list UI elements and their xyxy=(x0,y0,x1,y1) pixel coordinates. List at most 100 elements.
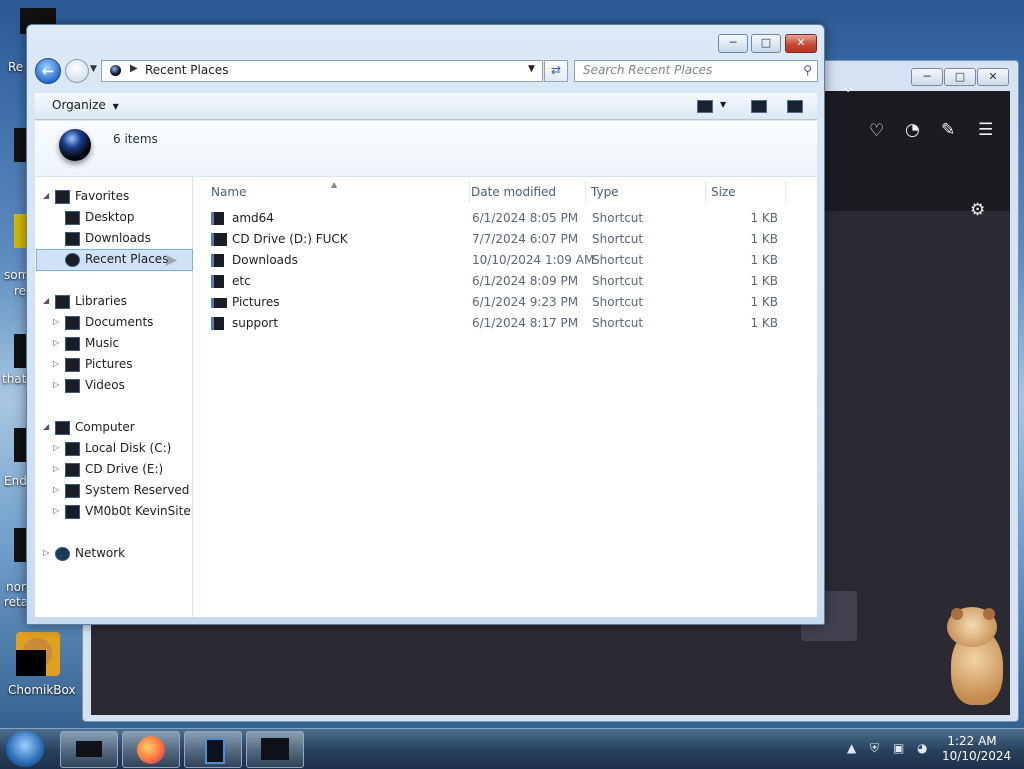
file-date: 6/1/2024 9:23 PM xyxy=(472,295,579,309)
taskbar-app-monitor[interactable] xyxy=(246,731,304,768)
column-header-date[interactable]: Date modified xyxy=(465,181,586,203)
header-info-pane: 6 items xyxy=(35,121,817,176)
help-icon[interactable] xyxy=(787,100,803,113)
tab-list-chevron-icon[interactable]: ⌄ xyxy=(841,77,855,97)
collapse-arrow-icon[interactable]: ▷ xyxy=(43,543,49,563)
file-row[interactable]: support 6/1/2024 8:17 PM Shortcut 1 KB xyxy=(207,313,807,334)
file-size: 1 KB xyxy=(750,316,778,330)
nav-favorites[interactable]: ◢ Favorites xyxy=(35,186,191,206)
collapse-arrow-icon[interactable]: ▷ xyxy=(53,333,59,353)
collapse-arrow-icon[interactable]: ▷ xyxy=(53,501,59,521)
browser-maximize-button[interactable]: □ xyxy=(944,68,976,86)
nav-music[interactable]: ▷ Music xyxy=(35,333,191,353)
collapse-arrow-icon[interactable]: ▷ xyxy=(53,438,59,458)
minimize-button[interactable]: ─ xyxy=(718,34,748,53)
column-header-name[interactable]: Name ▲ xyxy=(205,180,470,203)
file-row[interactable]: CD Drive (D:) FUCK 7/7/2024 6:07 PM Shor… xyxy=(207,229,807,250)
nav-system-reserved[interactable]: ▷ System Reserved (F:) xyxy=(35,480,191,500)
nav-label: Downloads xyxy=(85,231,151,245)
desktop-label-fragment: End xyxy=(4,474,27,488)
security-shield-icon[interactable]: ⛨ xyxy=(870,741,879,756)
search-input[interactable]: Search Recent Places ⚲ xyxy=(574,60,818,82)
browser-close-button[interactable]: ✕ xyxy=(977,68,1009,86)
address-dropdown-icon[interactable]: ▼ xyxy=(528,64,535,74)
collapse-arrow-icon[interactable]: ▷ xyxy=(53,459,59,479)
show-hidden-icons-icon[interactable]: ▲ xyxy=(847,741,856,755)
view-dropdown-icon[interactable]: ▼ xyxy=(720,100,726,109)
preview-pane-icon[interactable] xyxy=(751,100,767,113)
nav-pictures[interactable]: ▷ Pictures xyxy=(35,354,191,374)
downloads-icon xyxy=(65,232,80,246)
recent-places-large-icon xyxy=(59,129,91,161)
nav-videos[interactable]: ▷ Videos xyxy=(35,375,191,395)
taskbar-app-explorer[interactable] xyxy=(60,731,118,768)
collapse-arrow-icon[interactable]: ▷ xyxy=(53,312,59,332)
videos-icon xyxy=(65,379,80,393)
nav-vm[interactable]: ▷ VM0b0t KevinSite xyxy=(35,501,191,521)
organize-button[interactable]: Organize ▼ xyxy=(52,98,119,112)
command-bar: Organize ▼ ▼ xyxy=(35,93,817,120)
nav-label: Pictures xyxy=(85,357,133,371)
file-name: support xyxy=(232,316,279,330)
back-arrow-icon[interactable]: ← xyxy=(35,58,61,84)
collapse-arrow-icon[interactable]: ▷ xyxy=(53,354,59,374)
file-type: Shortcut xyxy=(592,211,644,225)
collapse-arrow-icon[interactable]: ▷ xyxy=(53,480,59,500)
nav-cd-drive[interactable]: ▷ CD Drive (E:) xyxy=(35,459,191,479)
volume-icon[interactable]: ◕ xyxy=(917,741,927,755)
breadcrumb-chevron-icon[interactable]: ▶ xyxy=(130,63,138,74)
address-bar[interactable]: ▶ Recent Places ▼ xyxy=(101,60,543,82)
recent-pages-dropdown-icon[interactable]: ▼ xyxy=(90,64,97,74)
refresh-icon[interactable]: ⇄ xyxy=(544,60,568,82)
nav-computer[interactable]: ◢ Computer xyxy=(35,417,191,437)
pocket-icon[interactable]: ♡ xyxy=(869,121,884,141)
taskbar-app-firefox[interactable] xyxy=(122,731,180,768)
close-button[interactable]: ✕ xyxy=(785,34,817,53)
expand-arrow-icon[interactable]: ◢ xyxy=(43,291,49,311)
file-size: 1 KB xyxy=(750,211,778,225)
file-row[interactable]: Downloads 10/10/2024 1:09 AM Shortcut 1 … xyxy=(207,250,807,271)
expand-arrow-icon[interactable]: ◢ xyxy=(43,417,49,437)
file-row[interactable]: Pictures 6/1/2024 9:23 PM Shortcut 1 KB xyxy=(207,292,807,313)
nav-label: Music xyxy=(85,336,120,350)
nav-recent-places[interactable]: Recent Places ➤ xyxy=(35,249,191,271)
device-icon xyxy=(205,738,225,764)
pictures-icon xyxy=(65,358,80,372)
computer-icon xyxy=(55,421,70,435)
expand-arrow-icon[interactable]: ◢ xyxy=(43,186,49,206)
forward-arrow-icon[interactable] xyxy=(65,59,89,83)
music-icon xyxy=(65,337,80,351)
change-view-icon[interactable] xyxy=(697,100,713,113)
gear-icon[interactable]: ⚙ xyxy=(970,200,985,220)
shortcut-folder-icon xyxy=(211,212,224,225)
file-row[interactable]: etc 6/1/2024 8:09 PM Shortcut 1 KB xyxy=(207,271,807,292)
collapse-arrow-icon[interactable]: ▷ xyxy=(53,375,59,395)
nav-libraries[interactable]: ◢ Libraries xyxy=(35,291,191,311)
search-icon[interactable]: ⚲ xyxy=(803,63,812,77)
browser-minimize-button[interactable]: ─ xyxy=(911,68,943,86)
clock[interactable]: 1:22 AM 10/10/2024 xyxy=(942,734,1011,764)
breadcrumb[interactable]: Recent Places xyxy=(145,63,228,77)
file-name: amd64 xyxy=(232,211,274,225)
file-row[interactable]: amd64 6/1/2024 8:05 PM Shortcut 1 KB xyxy=(207,208,807,229)
network-tray-icon[interactable]: ▣ xyxy=(893,741,904,755)
nav-desktop[interactable]: Desktop xyxy=(35,207,191,227)
column-header-size[interactable]: Size xyxy=(705,181,786,203)
hard-disk-icon xyxy=(65,484,80,498)
file-date: 6/1/2024 8:09 PM xyxy=(472,274,579,288)
hamster-desktop-pet[interactable] xyxy=(943,607,1005,707)
extensions-icon[interactable]: ✎ xyxy=(941,120,955,140)
taskbar-app-phone[interactable] xyxy=(184,731,242,768)
nav-network[interactable]: ▷ Network xyxy=(35,543,191,563)
maximize-button[interactable]: □ xyxy=(751,34,781,53)
hamburger-menu-icon[interactable]: ☰ xyxy=(978,120,993,140)
column-header-type[interactable]: Type xyxy=(585,181,706,203)
chomikbox-icon[interactable] xyxy=(16,632,60,676)
nav-documents[interactable]: ▷ Documents xyxy=(35,312,191,332)
file-size: 1 KB xyxy=(750,232,778,246)
file-name: CD Drive (D:) FUCK xyxy=(232,232,348,246)
nav-local-disk[interactable]: ▷ Local Disk (C:) xyxy=(35,438,191,458)
start-button[interactable] xyxy=(6,731,44,767)
account-icon[interactable]: ◔ xyxy=(905,120,920,140)
nav-downloads[interactable]: Downloads xyxy=(35,228,191,248)
